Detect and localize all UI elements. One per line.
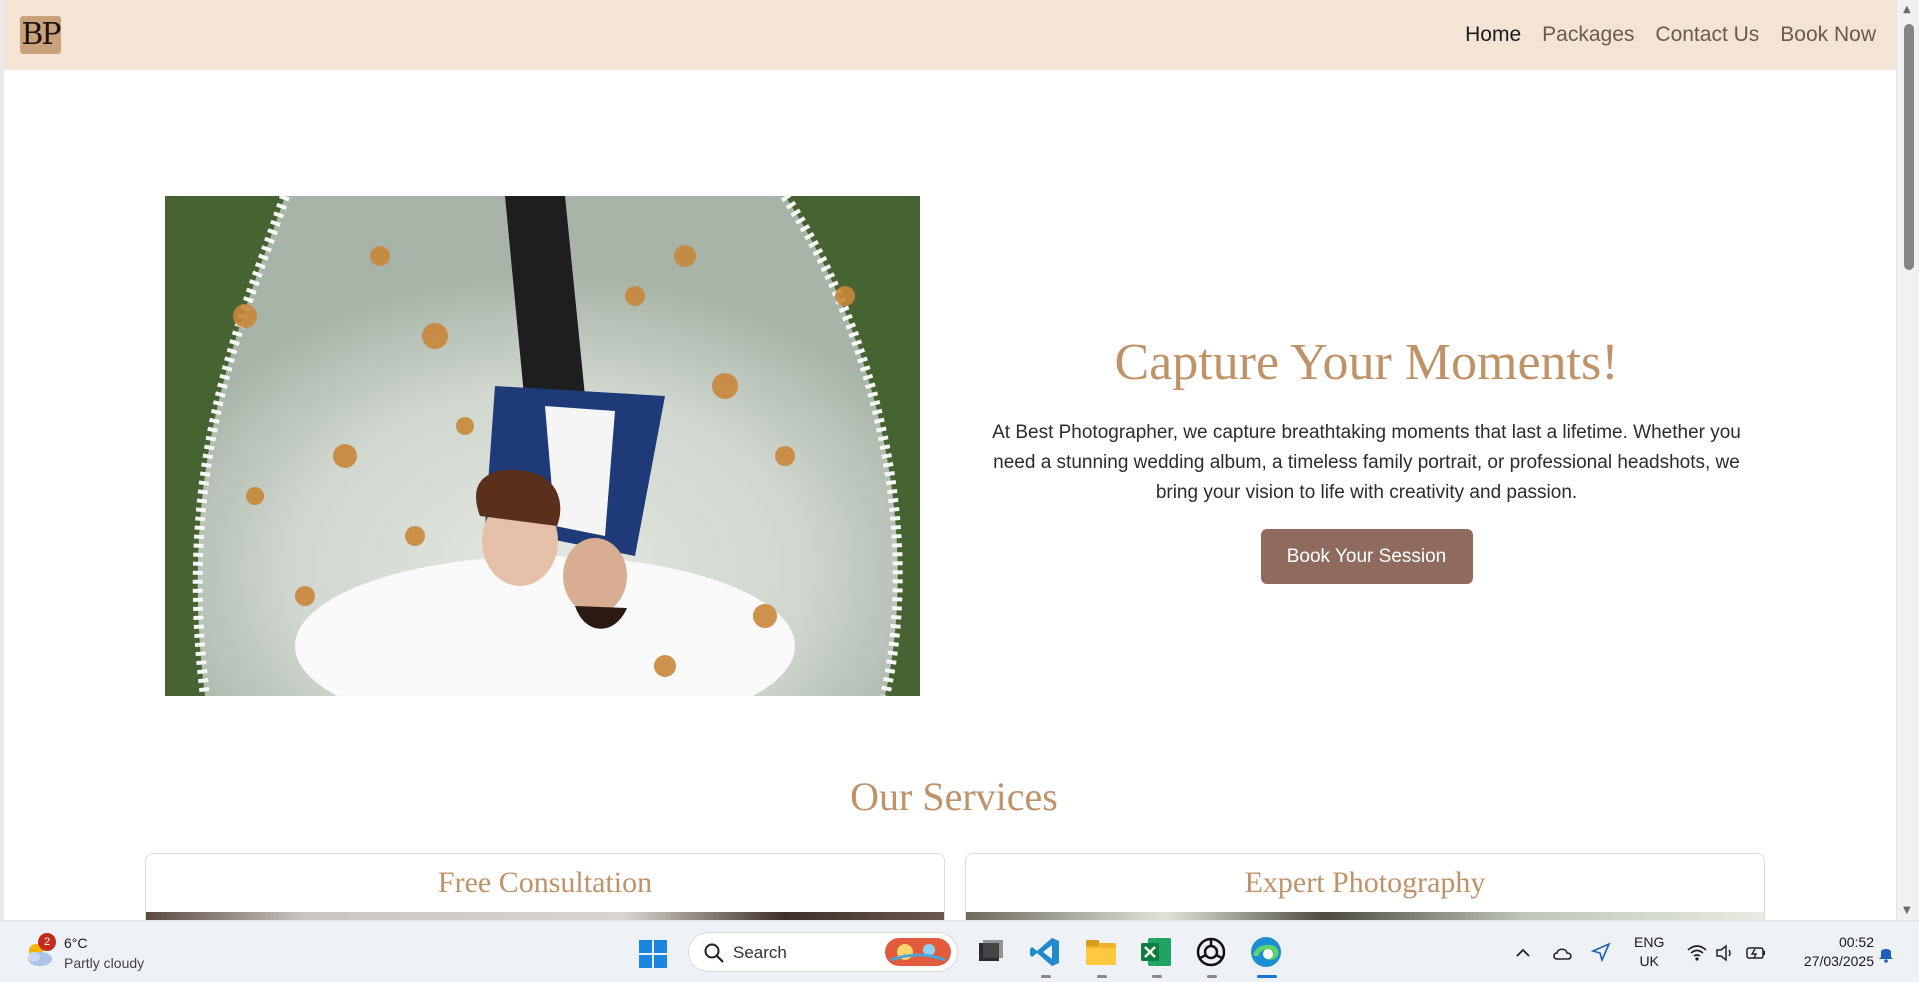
file-explorer-running-indicator [1097, 975, 1107, 978]
chatgpt-icon[interactable] [1193, 934, 1229, 970]
weather-condition: Partly cloudy [64, 955, 145, 971]
windows-taskbar: 2 6°C Partly cloudy Search ENG UK 00:52 … [0, 920, 1919, 982]
wifi-icon[interactable] [1686, 943, 1708, 963]
hero-title: Capture Your Moments! [1114, 334, 1619, 391]
weather-alert-badge: 2 [38, 933, 56, 951]
clock-date: 27/03/2025 [1803, 953, 1874, 969]
services-title: Our Services [850, 774, 1058, 819]
edge-browser-icon[interactable] [1248, 934, 1284, 970]
clock-time: 00:52 [1838, 934, 1874, 950]
nav-link-home[interactable]: Home [1465, 23, 1521, 47]
search-icon [704, 943, 724, 963]
service-card-image [966, 912, 1764, 920]
book-your-session-button[interactable]: Book Your Session [1260, 529, 1473, 584]
task-view-icon[interactable] [973, 934, 1009, 970]
hero-wedding-photo [165, 196, 920, 696]
language-indicator[interactable]: ENG UK [1634, 933, 1664, 971]
scrollbar-thumb[interactable] [1904, 24, 1914, 270]
hero-text-block: Capture Your Moments! At Best Photograph… [964, 330, 1769, 584]
service-card-title: Expert Photography [1244, 866, 1486, 899]
file-explorer-icon[interactable] [1083, 934, 1119, 970]
scroll-up-arrow-icon[interactable]: ▲ [1903, 4, 1911, 15]
notification-bell-icon[interactable] [1876, 943, 1896, 963]
service-card-image [146, 912, 944, 920]
vscode-running-indicator [1041, 975, 1051, 978]
volume-icon[interactable] [1714, 943, 1736, 963]
browser-page: BP Home Packages Contact Us Book Now Cap… [0, 0, 1919, 920]
onedrive-cloud-icon[interactable] [1551, 943, 1575, 963]
windows-logo-icon [639, 940, 667, 968]
nav-links: Home Packages Contact Us Book Now [1465, 0, 1876, 70]
vscode-icon[interactable] [1027, 934, 1063, 970]
system-clock[interactable]: 00:52 27/03/2025 [1778, 933, 1874, 971]
nav-link-packages[interactable]: Packages [1542, 23, 1634, 47]
scroll-down-arrow-icon[interactable]: ▼ [1903, 905, 1911, 916]
logo[interactable]: BP [20, 16, 62, 54]
hero-description: At Best Photographer, we capture breatht… [992, 422, 1741, 503]
page-scrollbar[interactable]: ▲ ▼ [1896, 0, 1919, 920]
weather-temperature: 6°C [64, 935, 88, 951]
location-arrow-icon[interactable] [1590, 941, 1612, 963]
windows-start-button[interactable] [638, 939, 670, 969]
taskbar-search-box[interactable]: Search [688, 932, 958, 972]
edge-active-indicator [1257, 975, 1277, 978]
service-card-free-consultation[interactable]: Free Consultation [145, 853, 945, 920]
show-hidden-icons-chevron-up-icon[interactable] [1513, 943, 1533, 963]
navbar: BP Home Packages Contact Us Book Now [4, 0, 1900, 70]
service-card-title: Free Consultation [437, 866, 653, 899]
search-highlight-icon [885, 938, 951, 966]
battery-icon[interactable] [1745, 943, 1767, 963]
excel-running-indicator [1152, 975, 1162, 978]
excel-icon[interactable] [1138, 934, 1174, 970]
weather-widget[interactable]: 2 6°C Partly cloudy [22, 931, 172, 973]
nav-link-contact-us[interactable]: Contact Us [1655, 23, 1759, 47]
chatgpt-running-indicator [1207, 975, 1217, 978]
service-card-expert-photography[interactable]: Expert Photography [965, 853, 1765, 920]
keyboard-region: UK [1639, 953, 1659, 969]
language-code: ENG [1634, 934, 1665, 950]
search-label: Search [733, 943, 787, 962]
nav-link-book-now[interactable]: Book Now [1780, 23, 1876, 47]
